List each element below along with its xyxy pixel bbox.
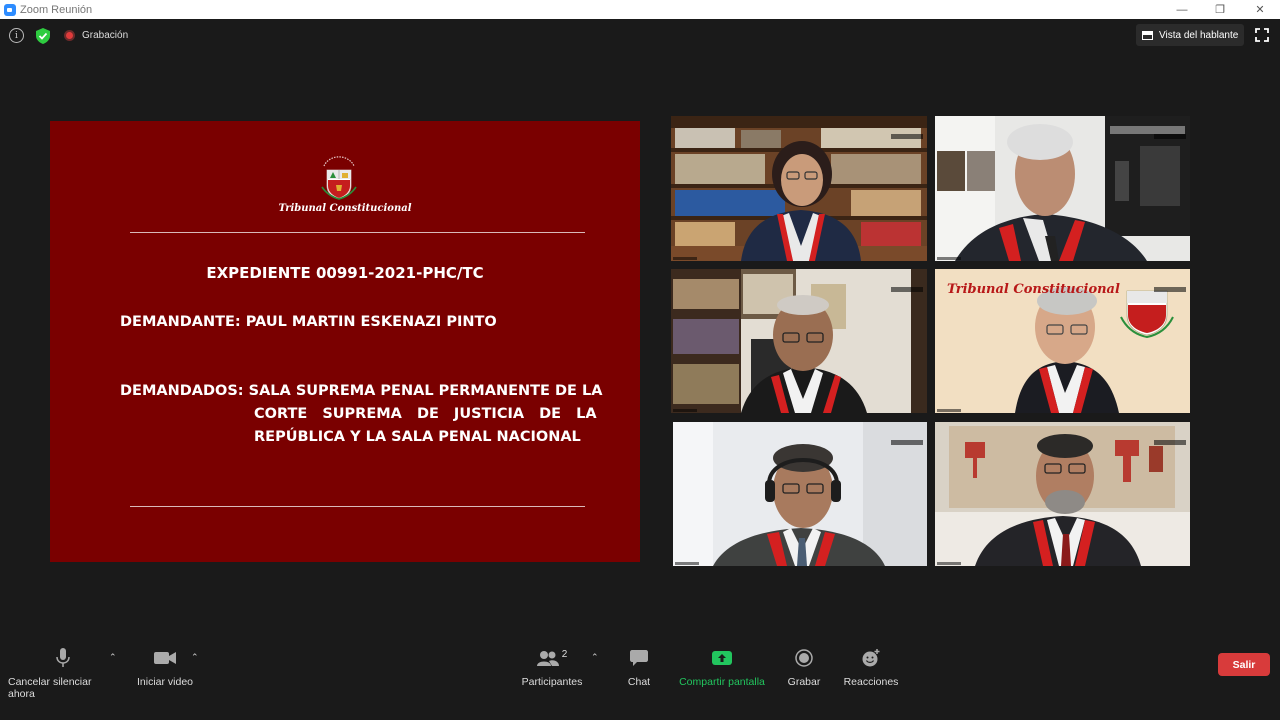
share-screen-label: Compartir pantalla <box>679 676 765 688</box>
participant-name-label <box>937 257 961 260</box>
window-title: Zoom Reunión <box>20 3 93 16</box>
demandante-text: DEMANDANTE: PAUL MARTIN ESKENAZI PINTO <box>120 314 497 330</box>
participant-name-tag <box>1154 287 1186 292</box>
share-screen-button[interactable]: Compartir pantalla <box>676 648 768 688</box>
start-video-button[interactable]: Iniciar video <box>130 648 200 688</box>
demandados-line-1: DEMANDADOS: SALA SUPREMA PENAL PERMANENT… <box>120 383 603 399</box>
participant-name-label <box>937 562 961 565</box>
microphone-icon <box>56 648 70 667</box>
participant-name-tag <box>1154 440 1186 445</box>
video-tile-participant-3[interactable] <box>671 269 927 413</box>
demandados-line-3: REPÚBLICA Y LA SALA PENAL NACIONAL <box>254 429 581 445</box>
participant-name-tag <box>891 287 923 292</box>
fullscreen-icon[interactable] <box>1255 28 1269 42</box>
slide-divider-top <box>130 232 585 233</box>
speaker-view-label: Vista del hablante <box>1159 29 1239 41</box>
meeting-toolbar: Cancelar silenciar ahora ⌃ Iniciar video… <box>0 640 1280 720</box>
participants-label: Participantes <box>521 676 583 688</box>
participant-2-video <box>935 116 1190 261</box>
expediente-heading: EXPEDIENTE 00991-2021-PHC/TC <box>206 264 484 282</box>
participants-icon <box>536 651 559 666</box>
close-icon[interactable]: ✕ <box>1240 0 1280 19</box>
video-tile-participant-2[interactable] <box>935 116 1190 261</box>
reactions-button[interactable]: Reacciones <box>842 648 900 688</box>
video-tile-participant-4[interactable]: Tribunal Constitucional <box>935 269 1190 413</box>
participants-button[interactable]: 2 Participantes <box>518 648 586 689</box>
speaker-view-button[interactable]: Vista del hablante <box>1136 24 1244 46</box>
recording-indicator[interactable]: Grabación <box>64 30 128 41</box>
zoom-app-icon <box>4 3 16 16</box>
chat-label: Chat <box>627 676 651 688</box>
leave-meeting-button[interactable]: Salir <box>1218 653 1270 676</box>
participant-name-label <box>673 409 697 412</box>
meeting-topbar: i Grabación Vista del hablante <box>0 19 1280 53</box>
video-tile-participant-5[interactable] <box>673 422 927 566</box>
start-video-label: Iniciar video <box>136 676 194 688</box>
chat-icon <box>630 650 648 666</box>
chat-button[interactable]: Chat <box>619 648 659 688</box>
institution-name: Tribunal Constitucional <box>278 203 412 214</box>
video-camera-icon <box>154 652 176 664</box>
participant-name-tag <box>891 440 923 445</box>
participant-name-tag <box>891 134 923 139</box>
participant-name-label <box>673 257 697 260</box>
video-tile-participant-1[interactable] <box>671 116 927 261</box>
info-icon[interactable]: i <box>9 28 24 43</box>
minimize-icon[interactable]: — <box>1162 0 1202 19</box>
participants-options-caret-icon[interactable]: ⌃ <box>591 652 599 663</box>
reactions-label: Reacciones <box>843 676 899 688</box>
record-label: Grabar <box>787 676 821 688</box>
record-icon <box>795 649 813 667</box>
video-options-caret-icon[interactable]: ⌃ <box>191 652 199 663</box>
tc-background-banner: Tribunal Constitucional <box>947 282 1120 297</box>
participant-name-label <box>937 409 961 412</box>
window-titlebar: Zoom Reunión — ❐ ✕ <box>0 0 1280 19</box>
restore-icon[interactable]: ❐ <box>1200 0 1240 19</box>
share-screen-icon <box>712 651 732 665</box>
record-button[interactable]: Grabar <box>784 648 824 688</box>
shared-screen-slide: Tribunal Constitucional EXPEDIENTE 00991… <box>50 121 640 562</box>
participant-3-video <box>671 269 927 413</box>
shield-check-icon[interactable] <box>36 28 50 44</box>
video-tile-participant-6[interactable] <box>935 422 1190 566</box>
audio-options-caret-icon[interactable]: ⌃ <box>109 652 117 663</box>
participants-count: 2 <box>561 648 568 660</box>
peru-coat-of-arms-emblem <box>321 156 357 200</box>
reactions-emoji-icon <box>862 649 880 667</box>
slide-divider-bottom <box>130 506 585 507</box>
participant-name-tag <box>1154 134 1186 139</box>
participant-1-video <box>671 116 927 261</box>
participant-name-label <box>675 562 699 565</box>
record-dot-icon <box>64 30 75 41</box>
mute-label: Cancelar silenciar ahora <box>8 676 92 700</box>
demandados-line-2: CORTE SUPREMA DE JUSTICIA DE LA <box>254 406 597 422</box>
recording-label: Grabación <box>82 30 129 41</box>
mute-button[interactable]: Cancelar silenciar ahora <box>8 648 118 700</box>
participant-6-video <box>935 422 1190 566</box>
speaker-view-icon <box>1142 30 1153 40</box>
participant-5-video <box>673 422 927 566</box>
